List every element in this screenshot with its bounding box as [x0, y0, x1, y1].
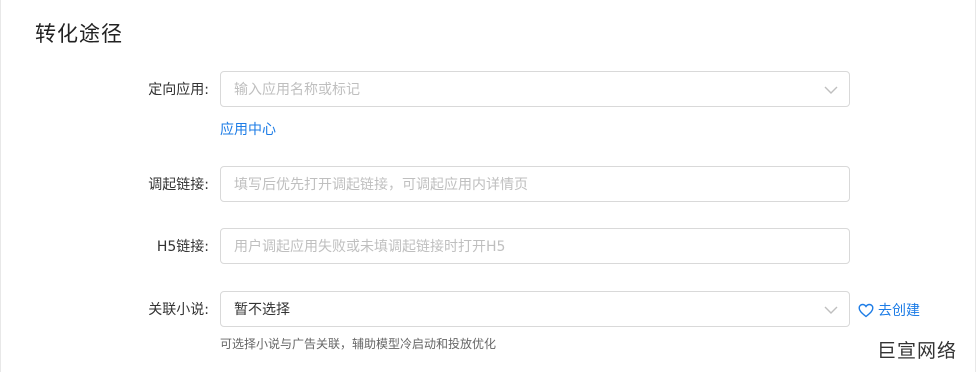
h5-link-placeholder: 用户调起应用失败或未填调起链接时打开H5 [234, 239, 506, 255]
deeplink-label: 调起链接: [148, 177, 209, 193]
deeplink-input[interactable]: 填写后优先打开调起链接，可调起应用内详情页 [220, 166, 850, 202]
novel-selected-value: 暂不选择 [234, 302, 290, 318]
create-novel-button[interactable]: 去创建 [858, 300, 920, 320]
app-center-link[interactable]: 应用中心 [220, 119, 276, 139]
section-title: 转化途径 [35, 22, 123, 46]
target-app-label: 定向应用: [148, 82, 209, 98]
novel-select[interactable]: 暂不选择 [220, 291, 850, 327]
h5-link-row: H5链接: 用户调起应用失败或未填调起链接时打开H5 [1, 228, 976, 264]
novel-label: 关联小说: [148, 302, 209, 318]
deeplink-row: 调起链接: 填写后优先打开调起链接，可调起应用内详情页 [1, 166, 976, 202]
watermark-logo-text: 巨宣网络 [877, 340, 958, 362]
h5-link-label: H5链接: [156, 239, 209, 255]
create-novel-label: 去创建 [878, 303, 920, 319]
deeplink-placeholder: 填写后优先打开调起链接，可调起应用内详情页 [234, 177, 528, 193]
heart-outline-icon [858, 303, 874, 317]
target-app-row: 定向应用: 输入应用名称或标记 [1, 71, 976, 107]
chevron-down-icon[interactable] [823, 302, 839, 318]
target-app-placeholder: 输入应用名称或标记 [234, 82, 360, 98]
novel-row: 关联小说: 暂不选择 去创建 [1, 291, 976, 327]
h5-link-input[interactable]: 用户调起应用失败或未填调起链接时打开H5 [220, 228, 850, 264]
chevron-down-icon[interactable] [823, 82, 839, 98]
target-app-select[interactable]: 输入应用名称或标记 [220, 71, 850, 107]
conversion-path-panel: 转化途径 定向应用: 输入应用名称或标记 应用中心 调起链接: 填写后优先打开调… [0, 0, 976, 372]
novel-hint: 可选择小说与广告关联，辅助模型冷启动和投放优化 [220, 337, 497, 351]
